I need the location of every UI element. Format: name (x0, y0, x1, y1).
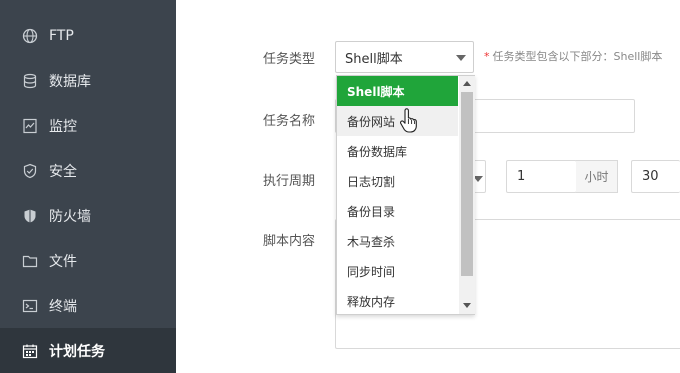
period-label: 执行周期 (263, 174, 316, 189)
folder-icon (22, 253, 38, 269)
required-star: * (484, 50, 490, 63)
database-icon (22, 73, 38, 89)
sidebar-item-ftp[interactable]: FTP (0, 13, 176, 58)
hour-input[interactable]: 1 (506, 160, 577, 193)
scroll-down-icon[interactable] (463, 303, 471, 308)
sidebar-item-terminal[interactable]: 终端 (0, 283, 176, 328)
minute-value: 30 (642, 169, 659, 184)
task-type-hint-text: 任务类型包含以下部分：Shell脚本 (492, 50, 663, 63)
option-trojan-scan[interactable]: 木马查杀 (337, 226, 458, 256)
option-shell-script[interactable]: Shell脚本 (337, 76, 458, 106)
dropdown-scrollbar[interactable] (459, 76, 475, 314)
option-release-memory[interactable]: 释放内存 (337, 286, 458, 316)
script-label: 脚本内容 (263, 234, 316, 249)
sidebar-item-monitor[interactable]: 监控 (0, 103, 176, 148)
task-type-hint: * 任务类型包含以下部分：Shell脚本 (484, 48, 662, 64)
sidebar-item-label: 终端 (49, 298, 77, 315)
sidebar-item-label: 数据库 (49, 73, 91, 90)
hand-pointer-icon (399, 108, 417, 133)
sidebar-item-cron[interactable]: 计划任务 (0, 328, 176, 373)
option-backup-site[interactable]: 备份网站 (337, 106, 458, 136)
option-backup-directory[interactable]: 备份目录 (337, 196, 458, 226)
task-type-select[interactable]: Shell脚本 (335, 41, 474, 73)
sidebar-item-label: 文件 (49, 253, 77, 270)
minute-input[interactable]: 30 (631, 160, 680, 193)
hour-value: 1 (517, 169, 526, 184)
scroll-up-icon[interactable] (463, 81, 471, 86)
firewall-icon (22, 208, 38, 224)
sidebar-item-label: 监控 (49, 118, 77, 135)
sidebar-item-label: FTP (49, 27, 74, 44)
sidebar-item-label: 安全 (49, 163, 77, 180)
globe-icon (22, 28, 38, 44)
chevron-down-icon (456, 55, 466, 61)
sidebar-item-label: 计划任务 (49, 343, 105, 360)
task-type-value: Shell脚本 (345, 51, 403, 67)
monitor-icon (22, 118, 38, 134)
sidebar-item-firewall[interactable]: 防火墙 (0, 193, 176, 238)
task-name-label: 任务名称 (263, 114, 316, 129)
calendar-icon (22, 343, 38, 359)
hour-unit: 小时 (576, 160, 618, 193)
option-log-rotate[interactable]: 日志切割 (337, 166, 458, 196)
sidebar-item-security[interactable]: 安全 (0, 148, 176, 193)
option-sync-time[interactable]: 同步时间 (337, 256, 458, 286)
terminal-icon (22, 298, 38, 314)
sidebar-item-files[interactable]: 文件 (0, 238, 176, 283)
scroll-thumb[interactable] (461, 92, 473, 276)
sidebar-item-database[interactable]: 数据库 (0, 58, 176, 103)
sidebar-item-label: 防火墙 (49, 208, 91, 225)
option-backup-database[interactable]: 备份数据库 (337, 136, 458, 166)
task-type-label: 任务类型 (263, 52, 316, 67)
sidebar: FTP 数据库 监控 安全 防火墙 文件 终端 计划任务 (0, 0, 176, 373)
shield-icon (22, 163, 38, 179)
